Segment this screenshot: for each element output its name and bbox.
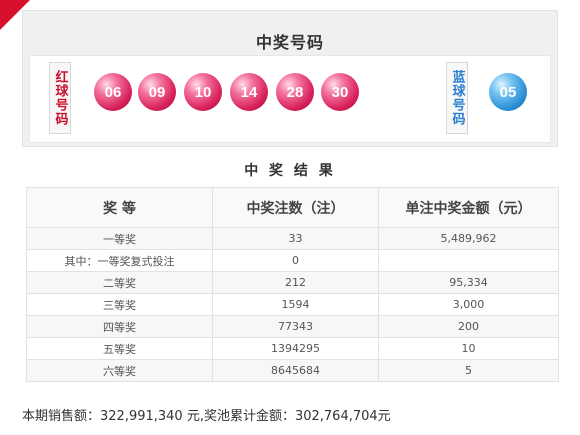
column-header: 单注中奖金额（元） [378,187,559,228]
prize-cell: 五等奖 [26,337,213,360]
prize-cell: 六等奖 [26,359,213,382]
table-row: 六等奖 8645684 5 [26,359,559,382]
red-ball: 10 [184,73,222,111]
count-cell: 33 [212,227,379,250]
red-ball: 14 [230,73,268,111]
table-row: 其中：一等奖复式投注 0 [26,249,559,272]
column-header: 奖 等 [26,187,213,228]
prize-cell: 一等奖 [26,227,213,250]
amount-cell: 5 [378,359,559,382]
blue-ball: 05 [489,73,527,111]
prize-cell: 二等奖 [26,271,213,294]
results-table: 奖 等 中奖注数（注） 单注中奖金额（元） 一等奖 33 5,489,962 其… [26,187,559,382]
amount-cell: 3,000 [378,293,559,316]
amount-cell: 10 [378,337,559,360]
red-ball-label: 红球号码 [49,62,71,134]
count-cell: 1394295 [212,337,379,360]
count-cell: 8645684 [212,359,379,382]
panel-title: 中奖号码 [255,33,324,52]
count-cell: 77343 [212,315,379,338]
red-ball: 28 [276,73,314,111]
amount-cell: 95,334 [378,271,559,294]
red-ball: 06 [94,73,132,111]
prize-cell: 三等奖 [26,293,213,316]
blue-ball-label: 蓝球号码 [446,62,468,134]
table-row: 三等奖 1594 3,000 [26,293,559,316]
table-row: 五等奖 1394295 10 [26,337,559,360]
table-header-row: 奖 等 中奖注数（注） 单注中奖金额（元） [26,187,559,228]
prize-cell: 四等奖 [26,315,213,338]
count-cell: 0 [212,249,379,272]
prize-cell: 其中：一等奖复式投注 [26,249,213,272]
amount-cell: 5,489,962 [378,227,559,250]
table-row: 四等奖 77343 200 [26,315,559,338]
results-title: 中 奖 结 果 [244,163,336,179]
count-cell: 1594 [212,293,379,316]
column-header: 中奖注数（注） [212,187,379,228]
sales-summary: 本期销售额：322,991,340 元,奖池累计金额：302,764,704元 [22,409,391,424]
red-ball: 09 [138,73,176,111]
winning-numbers-panel: 中奖号码 红球号码 06 09 10 14 28 30 蓝球号码 05 [22,10,558,147]
amount-cell: 200 [378,315,559,338]
table-row: 二等奖 212 95,334 [26,271,559,294]
amount-cell [378,249,559,272]
balls-box: 红球号码 06 09 10 14 28 30 蓝球号码 05 [29,55,551,143]
count-cell: 212 [212,271,379,294]
table-row: 一等奖 33 5,489,962 [26,227,559,250]
red-ball: 30 [321,73,359,111]
